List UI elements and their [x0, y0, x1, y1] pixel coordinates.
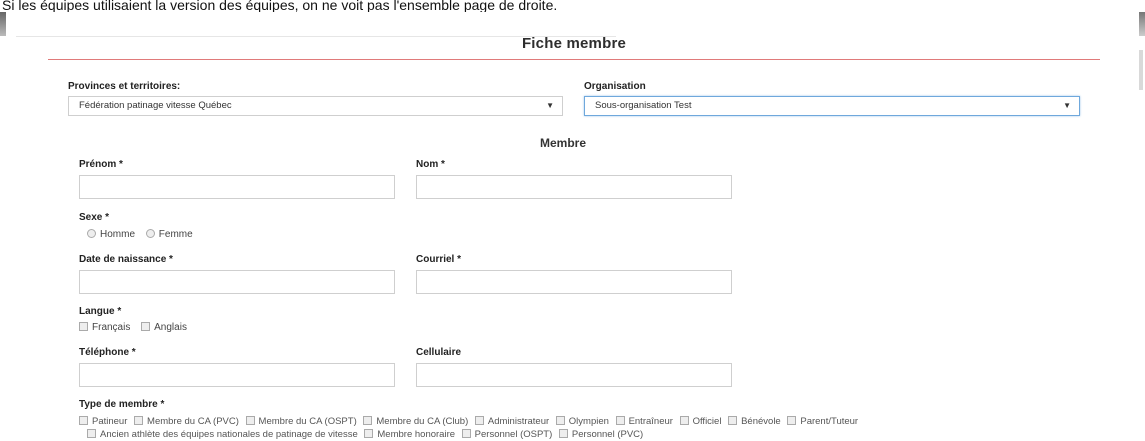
checkbox-icon [555, 416, 565, 425]
telephone-input[interactable] [79, 363, 395, 387]
cellulaire-input[interactable] [416, 363, 732, 387]
langue-checkbox-group: Français Anglais [79, 322, 195, 333]
checkbox-icon [79, 322, 88, 331]
langue-label: Langue * [79, 306, 122, 317]
province-label: Provinces et territoires: [68, 81, 181, 92]
telephone-label: Téléphone * [79, 347, 136, 358]
organisation-label: Organisation [584, 81, 646, 92]
type-option[interactable]: Officiel [679, 416, 721, 427]
checkbox-icon [363, 416, 373, 425]
radio-icon [145, 229, 155, 238]
type-membre-checkbox-group: Patineur Membre du CA (PVC) Membre du CA… [79, 415, 1059, 441]
checkbox-icon [245, 416, 255, 425]
checkbox-icon [87, 429, 96, 438]
checkbox-icon [79, 416, 88, 425]
date-naissance-label: Date de naissance * [79, 254, 173, 265]
type-option[interactable]: Bénévole [728, 416, 781, 427]
type-option[interactable]: Personnel (PVC) [558, 429, 643, 440]
type-option[interactable]: Membre du CA (OSPT) [245, 416, 357, 427]
scrollbar-track[interactable] [1139, 50, 1143, 90]
type-membre-row-1: Patineur Membre du CA (PVC) Membre du CA… [79, 415, 1059, 428]
type-option[interactable]: Entraîneur [615, 416, 673, 427]
courriel-input[interactable] [416, 270, 732, 294]
checkbox-icon [134, 416, 144, 425]
type-option[interactable]: Membre du CA (PVC) [134, 416, 239, 427]
type-option[interactable]: Ancien athlète des équipes nationales de… [87, 429, 358, 440]
checkbox-icon [364, 429, 374, 438]
checkbox-icon [461, 429, 471, 438]
sexe-option-femme[interactable]: Femme [145, 229, 193, 240]
page-title: Fiche membre [521, 35, 627, 52]
left-window-edge [0, 12, 6, 36]
organisation-select[interactable]: Sous-organisation Test ▼ [584, 96, 1080, 116]
courriel-label: Courriel * [416, 254, 462, 265]
checkbox-icon [615, 416, 625, 425]
browser-overlay: Si les équipes utilisaient la version de… [0, 0, 1145, 14]
type-option[interactable]: Administrateur [474, 416, 549, 427]
type-option[interactable]: Olympien [555, 416, 609, 427]
radio-icon [87, 229, 96, 238]
checkbox-icon [787, 416, 797, 425]
type-membre-label: Type de membre * [79, 399, 165, 410]
nom-label: Nom * [416, 159, 445, 170]
type-membre-row-2: Ancien athlète des équipes nationales de… [79, 428, 1059, 441]
sexe-radio-group: Homme Femme [87, 229, 201, 240]
section-title-membre: Membre [540, 136, 587, 150]
prenom-label: Prénom * [79, 159, 123, 170]
organisation-select-value: Sous-organisation Test [595, 100, 692, 111]
page-header: Fiche membre [48, 30, 1100, 60]
type-option[interactable]: Membre du CA (Club) [363, 416, 468, 427]
clipped-overlay-text: Si les équipes utilisaient la version de… [2, 0, 558, 12]
langue-option-francais[interactable]: Français [79, 322, 130, 333]
checkbox-icon [474, 416, 484, 425]
type-option[interactable]: Patineur [79, 416, 127, 427]
type-option[interactable]: Personnel (OSPT) [461, 429, 552, 440]
chevron-down-icon: ▼ [546, 101, 554, 110]
sexe-option-homme[interactable]: Homme [87, 229, 135, 240]
chevron-down-icon: ▼ [1063, 101, 1071, 110]
checkbox-icon [679, 416, 689, 425]
nom-input[interactable] [416, 175, 732, 199]
province-select-value: Fédération patinage vitesse Québec [79, 100, 232, 111]
type-option[interactable]: Parent/Tuteur [787, 416, 858, 427]
right-window-edge [1139, 12, 1145, 36]
province-select[interactable]: Fédération patinage vitesse Québec ▼ [68, 96, 563, 116]
sexe-label: Sexe * [79, 212, 110, 223]
type-option[interactable]: Membre honoraire [364, 429, 455, 440]
prenom-input[interactable] [79, 175, 395, 199]
cellulaire-label: Cellulaire [416, 347, 462, 358]
date-naissance-input[interactable] [79, 270, 395, 294]
checkbox-icon [141, 322, 151, 331]
langue-option-anglais[interactable]: Anglais [141, 322, 187, 333]
checkbox-icon [728, 416, 738, 425]
checkbox-icon [558, 429, 568, 438]
